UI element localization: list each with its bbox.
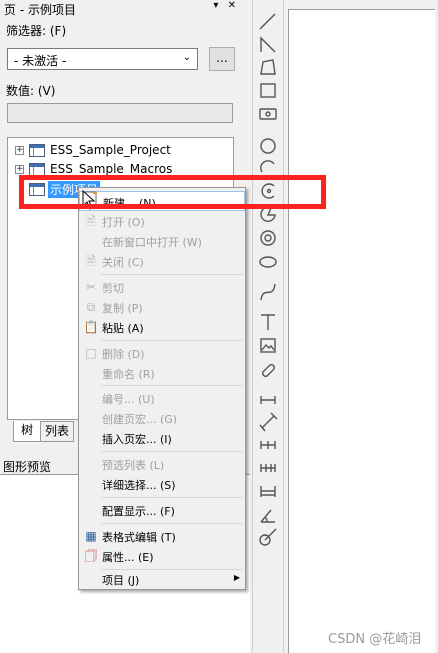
- menu-item-cut[interactable]: ✂ 剪切: [79, 277, 245, 297]
- spiral-tool-icon[interactable]: [260, 230, 276, 246]
- panel-titlebar: 页 - 示例项目 ▾ ✕: [0, 0, 243, 18]
- value-label: 数值: (V): [6, 84, 56, 98]
- panel-title-buttons[interactable]: ▾ ✕: [213, 0, 239, 11]
- menu-item-label: 删除 (D): [102, 348, 145, 361]
- menu-item-table-edit[interactable]: ▦ 表格式编辑 (T): [79, 526, 245, 546]
- menu-item-properties[interactable]: 🗍 属性... (E): [79, 546, 245, 566]
- submenu-arrow-icon: ▶: [233, 573, 240, 582]
- dimension-continuous-icon[interactable]: [260, 441, 276, 449]
- tree-node-label: ESS_Sample_Project: [50, 143, 171, 157]
- menu-item-copy[interactable]: ⧉ 复制 (P): [79, 297, 245, 317]
- polyline-tool-icon[interactable]: [260, 36, 276, 53]
- image-tool-icon[interactable]: [260, 338, 276, 353]
- menu-item-preselect-list[interactable]: 预选列表 (L): [79, 454, 245, 474]
- copy-icon: ⧉: [86, 300, 96, 314]
- dimension-linear-icon[interactable]: [260, 396, 276, 404]
- menu-separator: [101, 274, 243, 275]
- menu-item-label: 复制 (P): [102, 302, 143, 315]
- menu-item-insert-page-macro[interactable]: 插入页宏... (I): [79, 428, 245, 448]
- close-page-icon: 🗎: [86, 254, 96, 268]
- radius-dimension-icon[interactable]: [259, 528, 277, 546]
- menu-item-label: 打开 (O): [102, 216, 145, 229]
- menu-item-label: 在新窗口中打开 (W): [102, 236, 202, 249]
- menu-item-delete[interactable]: □ 删除 (D): [79, 343, 245, 363]
- drawing-toolbar: [252, 0, 284, 652]
- menu-item-label: 插入页宏... (I): [102, 433, 172, 446]
- text-tool-icon[interactable]: [261, 314, 275, 330]
- context-menu: 新建... (N) 🖹 打开 (O) 在新窗口中打开 (W) 🗎 关闭 (C) …: [78, 187, 246, 590]
- expand-icon[interactable]: +: [15, 146, 24, 155]
- menu-item-create-page-macro[interactable]: 创建页宏... (G): [79, 408, 245, 428]
- dimension-baseline-icon[interactable]: [260, 486, 276, 497]
- menu-item-label: 剪切: [102, 282, 124, 295]
- menu-item-label: 配置显示... (F): [102, 505, 175, 518]
- menu-item-label: 编号... (U): [102, 393, 155, 406]
- open-icon: 🖹: [86, 214, 96, 228]
- menu-item-label: 粘贴 (A): [102, 322, 144, 335]
- rectangle-tool-icon[interactable]: [260, 83, 276, 98]
- spline-tool-icon[interactable]: [260, 283, 276, 301]
- menu-item-open-new-window[interactable]: 在新窗口中打开 (W): [79, 231, 245, 251]
- menu-item-label: 预选列表 (L): [102, 459, 165, 472]
- menu-item-paste[interactable]: 📋 粘贴 (A): [79, 317, 245, 337]
- properties-icon: 🗍: [85, 549, 97, 563]
- ellipse-tool-icon[interactable]: [259, 256, 277, 268]
- menu-separator: [101, 523, 243, 524]
- menu-item-label: 创建页宏... (G): [102, 413, 178, 426]
- menu-separator: [101, 385, 243, 386]
- menu-item-rename[interactable]: 重命名 (R): [79, 363, 245, 383]
- chevron-down-icon: ⌄: [182, 52, 191, 63]
- menu-item-label: 表格式编辑 (T): [102, 531, 176, 544]
- page-list-icon: [29, 144, 45, 157]
- tab-tree-label: 树: [20, 423, 33, 437]
- menu-separator: [101, 497, 243, 498]
- menu-item-number[interactable]: 编号... (U): [79, 388, 245, 408]
- filter-more-button[interactable]: ...: [209, 47, 235, 71]
- menu-item-label: 详细选择... (S): [102, 479, 176, 492]
- tab-tree[interactable]: 树: [13, 421, 41, 442]
- paste-icon: 📋: [83, 320, 99, 334]
- filter-label: 筛选器: (F): [6, 24, 67, 38]
- watermark: CSDN @花崎泪: [328, 632, 422, 647]
- dimension-aligned-icon[interactable]: [259, 412, 278, 432]
- menu-item-label: 属性... (E): [102, 551, 154, 564]
- rounded-rectangle-tool-icon[interactable]: [259, 108, 277, 120]
- menu-separator: [101, 340, 243, 341]
- panel-title: 页 - 示例项目: [4, 3, 76, 17]
- menu-item-label: 重命名 (R): [102, 368, 155, 381]
- preview-title: 图形预览: [3, 460, 52, 474]
- menu-item-configure-display[interactable]: 配置显示... (F): [79, 500, 245, 520]
- highlight-box: [19, 175, 326, 209]
- menu-item-detail-select[interactable]: 详细选择... (S): [79, 474, 245, 494]
- drawing-page[interactable]: [288, 9, 435, 653]
- delete-icon: □: [85, 346, 97, 360]
- filter-select-value: - 未激活 -: [14, 54, 67, 68]
- menu-separator: [101, 451, 243, 452]
- menu-item-open[interactable]: 🖹 打开 (O): [79, 211, 245, 231]
- scissors-icon: ✂: [85, 280, 97, 294]
- expand-icon[interactable]: +: [15, 165, 24, 174]
- sector-tool-icon[interactable]: [260, 206, 276, 223]
- filter-select[interactable]: - 未激活 - ⌄: [7, 48, 198, 70]
- polygon-tool-icon[interactable]: [260, 59, 276, 75]
- menu-item-project[interactable]: 项目 (J) ▶: [79, 569, 245, 589]
- tab-list[interactable]: 列表: [40, 421, 74, 442]
- menu-item-close[interactable]: 🗎 关闭 (C): [79, 251, 245, 271]
- tab-list-label: 列表: [44, 424, 69, 438]
- tree-node-label: ESS_Sample_Macros: [50, 162, 173, 176]
- dimension-incremental-icon[interactable]: [260, 464, 276, 472]
- value-field[interactable]: [7, 103, 233, 123]
- table-icon: ▦: [85, 529, 97, 543]
- menu-item-label: 项目 (J): [102, 574, 140, 587]
- angle-dimension-icon[interactable]: [260, 509, 275, 523]
- line-tool-icon[interactable]: [259, 13, 276, 30]
- arc-tool-icon[interactable]: [260, 160, 275, 173]
- circle-tool-icon[interactable]: [260, 138, 276, 154]
- menu-item-label: 关闭 (C): [102, 256, 144, 269]
- hyperlink-tool-icon[interactable]: [262, 364, 275, 377]
